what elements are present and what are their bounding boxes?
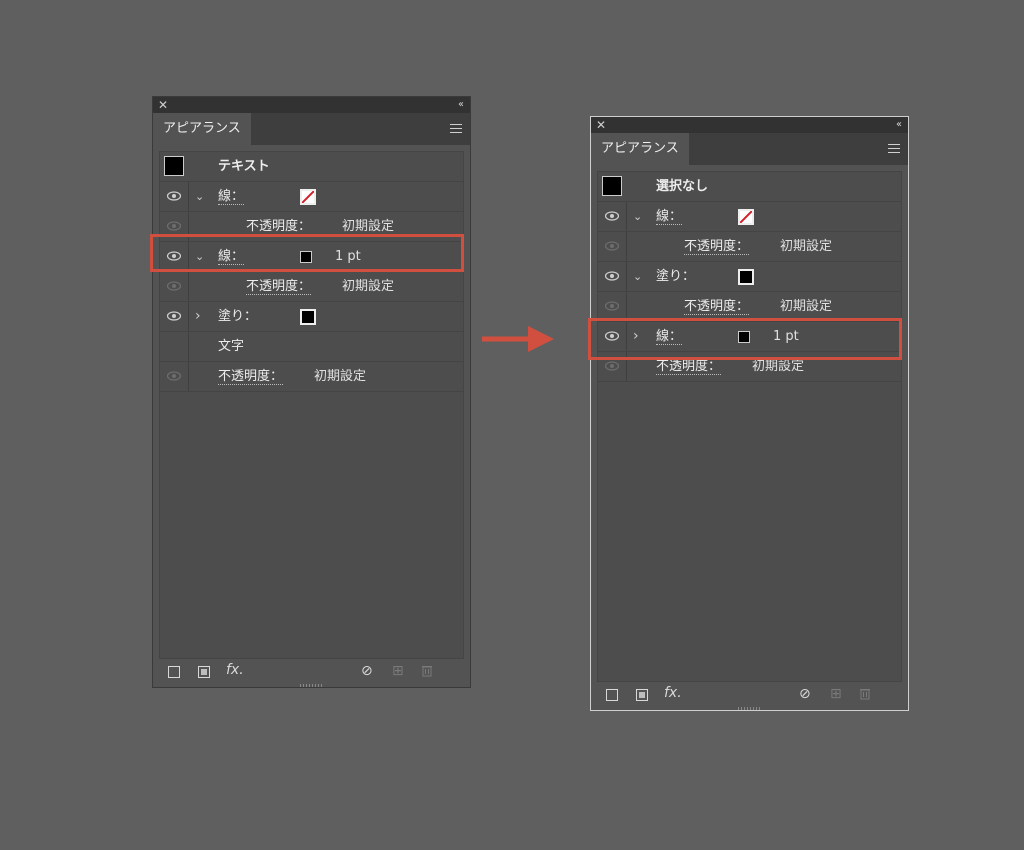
collapse-icon[interactable]: ‹‹ — [896, 117, 902, 133]
chevron-down-icon[interactable]: ⌄ — [633, 202, 642, 231]
object-thumbnail — [164, 156, 184, 176]
add-fill-icon[interactable] — [198, 666, 210, 678]
tab-appearance[interactable]: アピアランス — [591, 133, 689, 165]
appearance-panel-left: ✕ ‹‹ アピアランス テキスト ⌄ 線： 不透明度： 初期設定 ⌄ 線： 1 … — [153, 97, 470, 687]
opacity-label[interactable]: 不透明度： — [218, 362, 284, 391]
fill-label[interactable]: 塗り： — [218, 302, 257, 331]
close-icon[interactable]: ✕ — [596, 117, 606, 133]
eye-icon[interactable] — [167, 311, 181, 321]
stroke-label[interactable]: 線： — [218, 182, 245, 211]
stroke-opacity-row-2[interactable]: 不透明度： 初期設定 — [160, 272, 463, 302]
eye-icon[interactable] — [605, 241, 619, 251]
appearance-panel-right: ✕ ‹‹ アピアランス 選択なし ⌄ 線： 不透明度： 初期設定 ⌄ 塗り： 不… — [590, 116, 909, 711]
fill-row[interactable]: ⌄ 塗り： — [598, 262, 901, 292]
opacity-value: 初期設定 — [780, 239, 833, 254]
eye-icon[interactable] — [167, 371, 181, 381]
stroke-none-swatch[interactable] — [738, 209, 754, 225]
header-row[interactable]: テキスト — [160, 152, 463, 182]
stroke-none-swatch[interactable] — [300, 189, 316, 205]
panel-menu-icon[interactable] — [450, 124, 462, 136]
fill-color-swatch[interactable] — [300, 309, 316, 325]
panel-titlebar: ✕ ‹‹ — [591, 117, 908, 133]
fx-icon[interactable]: fx. — [226, 662, 244, 678]
fill-label[interactable]: 塗り： — [656, 262, 695, 291]
fx-icon[interactable]: fx. — [664, 685, 682, 701]
eye-icon[interactable] — [605, 361, 619, 371]
chevron-down-icon[interactable]: ⌄ — [195, 182, 204, 211]
panel-tabbar: アピアランス — [591, 133, 908, 165]
stroke-opacity-row[interactable]: 不透明度： 初期設定 — [598, 232, 901, 262]
trash-icon[interactable] — [421, 664, 433, 680]
panel-footer: fx. ⊘ ⊞ — [153, 657, 470, 687]
fill-row[interactable]: › 塗り： — [160, 302, 463, 332]
panel-menu-icon[interactable] — [888, 144, 900, 156]
opacity-label[interactable]: 不透明度： — [246, 272, 312, 301]
eye-icon[interactable] — [605, 271, 619, 281]
object-opacity-row[interactable]: 不透明度： 初期設定 — [160, 362, 463, 392]
resize-grip[interactable] — [299, 684, 324, 687]
opacity-value: 初期設定 — [342, 279, 395, 294]
chevron-down-icon[interactable]: ⌄ — [633, 262, 642, 291]
trash-icon[interactable] — [859, 687, 871, 703]
arrow-right-icon — [482, 326, 554, 352]
add-stroke-icon[interactable] — [606, 689, 618, 701]
panel-footer: fx. ⊘ ⊞ — [591, 680, 908, 710]
clear-appearance-icon[interactable]: ⊘ — [361, 663, 373, 679]
eye-icon[interactable] — [605, 301, 619, 311]
add-stroke-icon[interactable] — [168, 666, 180, 678]
characters-label[interactable]: 文字 — [218, 332, 244, 361]
appearance-list: 選択なし ⌄ 線： 不透明度： 初期設定 ⌄ 塗り： 不透明度： 初期設定 › … — [597, 171, 902, 682]
collapse-icon[interactable]: ‹‹ — [458, 97, 464, 113]
panel-tabbar: アピアランス — [153, 113, 470, 145]
opacity-label[interactable]: 不透明度： — [684, 232, 750, 261]
highlight-box-left — [150, 234, 464, 272]
appearance-list: テキスト ⌄ 線： 不透明度： 初期設定 ⌄ 線： 1 pt 不透明度： 初期設… — [159, 151, 464, 659]
opacity-value: 初期設定 — [780, 299, 833, 314]
eye-icon[interactable] — [167, 221, 181, 231]
duplicate-item-icon[interactable]: ⊞ — [392, 663, 404, 679]
stroke-row[interactable]: ⌄ 線： — [160, 182, 463, 212]
clear-appearance-icon[interactable]: ⊘ — [799, 686, 811, 702]
opacity-value: 初期設定 — [314, 369, 367, 384]
fill-color-swatch[interactable] — [738, 269, 754, 285]
eye-icon[interactable] — [605, 211, 619, 221]
highlight-box-right — [588, 318, 902, 360]
eye-icon[interactable] — [167, 191, 181, 201]
panel-titlebar: ✕ ‹‹ — [153, 97, 470, 113]
object-type-label: テキスト — [218, 159, 270, 174]
chevron-right-icon[interactable]: › — [195, 302, 201, 331]
tab-appearance[interactable]: アピアランス — [153, 113, 251, 145]
characters-row[interactable]: 文字 — [160, 332, 463, 362]
stroke-label[interactable]: 線： — [656, 202, 683, 231]
object-type-label: 選択なし — [656, 179, 709, 194]
opacity-label[interactable]: 不透明度： — [684, 292, 750, 321]
add-fill-icon[interactable] — [636, 689, 648, 701]
header-row[interactable]: 選択なし — [598, 172, 901, 202]
stroke-row[interactable]: ⌄ 線： — [598, 202, 901, 232]
duplicate-item-icon[interactable]: ⊞ — [830, 686, 842, 702]
eye-icon[interactable] — [167, 281, 181, 291]
close-icon[interactable]: ✕ — [158, 97, 168, 113]
resize-grip[interactable] — [737, 707, 762, 710]
object-thumbnail — [602, 176, 622, 196]
